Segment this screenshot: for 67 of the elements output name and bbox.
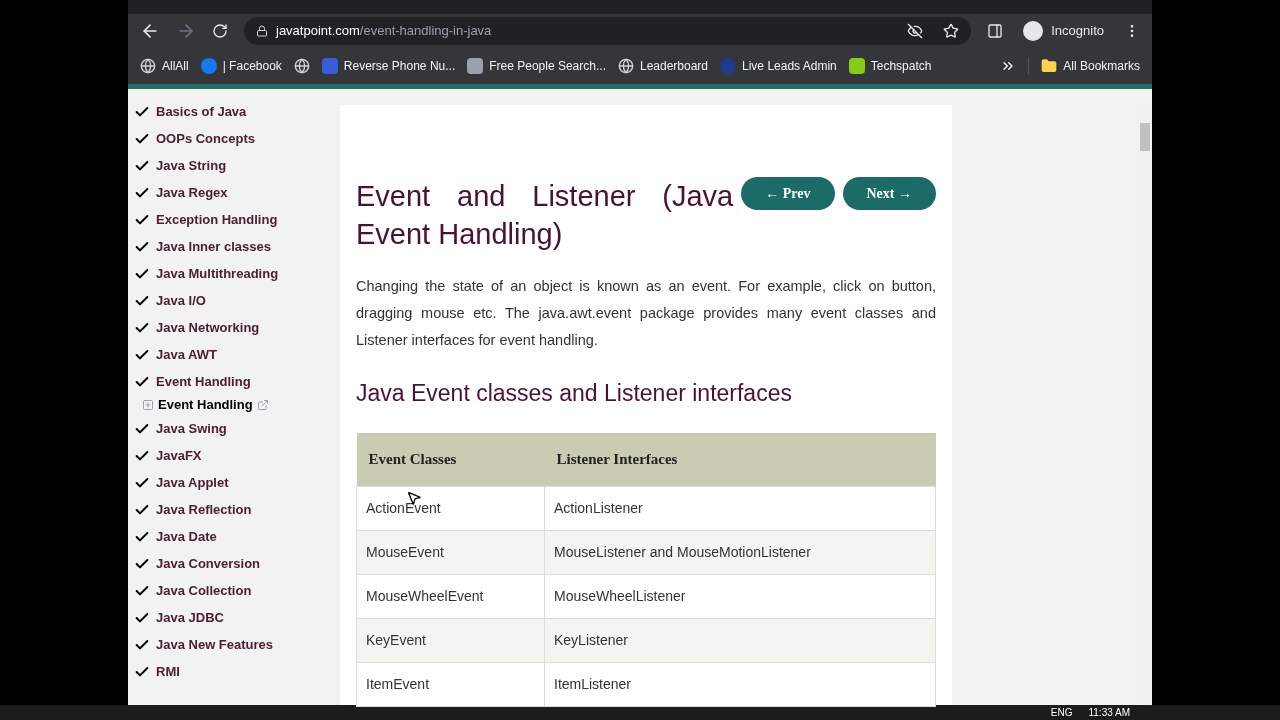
sidebar-item[interactable]: Java I/O — [134, 287, 338, 314]
sidebar-item[interactable]: Java Date — [134, 523, 338, 550]
bookmark[interactable] — [293, 58, 310, 74]
profile-chip[interactable]: Incognito — [1019, 21, 1108, 41]
bookmark[interactable]: Free People Search... — [467, 57, 606, 75]
sidebar-item[interactable]: Java Applet — [134, 469, 338, 496]
external-link-icon — [256, 399, 269, 411]
reload-icon[interactable] — [212, 23, 228, 39]
table-cell: MouseWheelEvent — [356, 574, 545, 619]
eye-off-icon[interactable] — [907, 23, 924, 39]
bookmark-icon — [720, 58, 737, 74]
table-cell: MouseEvent — [356, 530, 545, 575]
sidebar-item[interactable]: Java AWT — [134, 341, 338, 368]
table-cell: ItemEvent — [356, 662, 545, 707]
bookmark[interactable]: Reverse Phone Nu... — [321, 57, 456, 75]
bookmark[interactable]: Techspatch — [848, 57, 932, 75]
address-bar[interactable]: javatpoint.com/event-handling-in-java — [244, 17, 972, 45]
sidebar-item[interactable]: Event Handling — [134, 368, 338, 395]
sidebar-item[interactable]: JavaFX — [134, 442, 338, 469]
sidebar-item[interactable]: Exception Handling — [134, 206, 338, 233]
star-icon[interactable] — [943, 23, 960, 39]
bookmark[interactable]: Leaderboard — [617, 57, 709, 75]
sidebar-item[interactable]: Java Inner classes — [134, 233, 338, 260]
sidebar-item[interactable]: RMI — [134, 658, 338, 685]
url-text: javatpoint.com/event-handling-in-java — [276, 22, 493, 41]
section-heading: Java Event classes and Listener interfaces — [356, 379, 793, 408]
sidebar-item[interactable]: Java Regex — [134, 179, 338, 206]
globe-icon — [617, 58, 634, 74]
table-cell: KeyListener — [544, 618, 936, 663]
sidebar-item[interactable]: Java Conversion — [134, 550, 338, 577]
page-title: Event and Listener (Java Event Handling) — [356, 179, 734, 252]
globe-icon — [293, 58, 310, 74]
table-cell: MouseWheelListener — [544, 574, 936, 619]
table-cell: ActionEvent — [356, 486, 545, 531]
column-header: Event Classes — [356, 432, 545, 487]
lock-icon — [256, 25, 268, 37]
table-cell: ItemListener — [544, 662, 936, 707]
sidebar-item[interactable]: Java String — [134, 152, 338, 179]
folder-icon — [1041, 58, 1058, 74]
prev-button[interactable]: ← Prev — [741, 177, 835, 210]
sidebar-item[interactable]: Basics of Java — [134, 98, 338, 125]
bookmark[interactable]: Live Leads Admin — [720, 57, 837, 75]
bookmark[interactable]: | Facebook — [200, 57, 282, 75]
bookmark-icon — [321, 58, 338, 74]
sidebar-item[interactable]: Java Networking — [134, 314, 338, 341]
intro-paragraph: Changing the state of an object is known as an event. For example, click on button, dragging mouse etc. The java.awt.event package provides many event classes and Listener interfaces for event handling. — [356, 277, 936, 350]
sidebar-item[interactable]: Java Reflection — [134, 496, 338, 523]
next-button[interactable]: Next → — [842, 177, 936, 210]
sidebar-subitem[interactable]: Event Handling — [134, 395, 338, 415]
table-cell: ActionListener — [544, 486, 936, 531]
clock: 11:33 AM — [1088, 706, 1130, 720]
sidebar-item[interactable]: Java Collection — [134, 577, 338, 604]
expand-icon — [142, 399, 154, 411]
table-cell: MouseListener and MouseMotionListener — [544, 530, 936, 575]
language-indicator: ENG — [1050, 706, 1073, 720]
globe-icon — [140, 58, 156, 74]
table-cell: KeyEvent — [356, 618, 545, 663]
sidebar-item[interactable]: Java Swing — [134, 415, 338, 442]
sidebar-item[interactable]: Java JDBC — [134, 604, 338, 631]
column-header: Listener Interfaces — [544, 432, 936, 487]
sidebar-item[interactable]: Java New Features — [134, 631, 338, 658]
sidebar-item[interactable]: OOPs Concepts — [134, 125, 338, 152]
sidebar-item[interactable]: Java Multithreading — [134, 260, 338, 287]
bookmark-icon — [467, 58, 484, 74]
all-bookmarks[interactable]: All Bookmarks — [1028, 57, 1140, 75]
side-panel-icon[interactable] — [987, 23, 1004, 39]
bookmark[interactable]: AllAll — [140, 57, 189, 75]
